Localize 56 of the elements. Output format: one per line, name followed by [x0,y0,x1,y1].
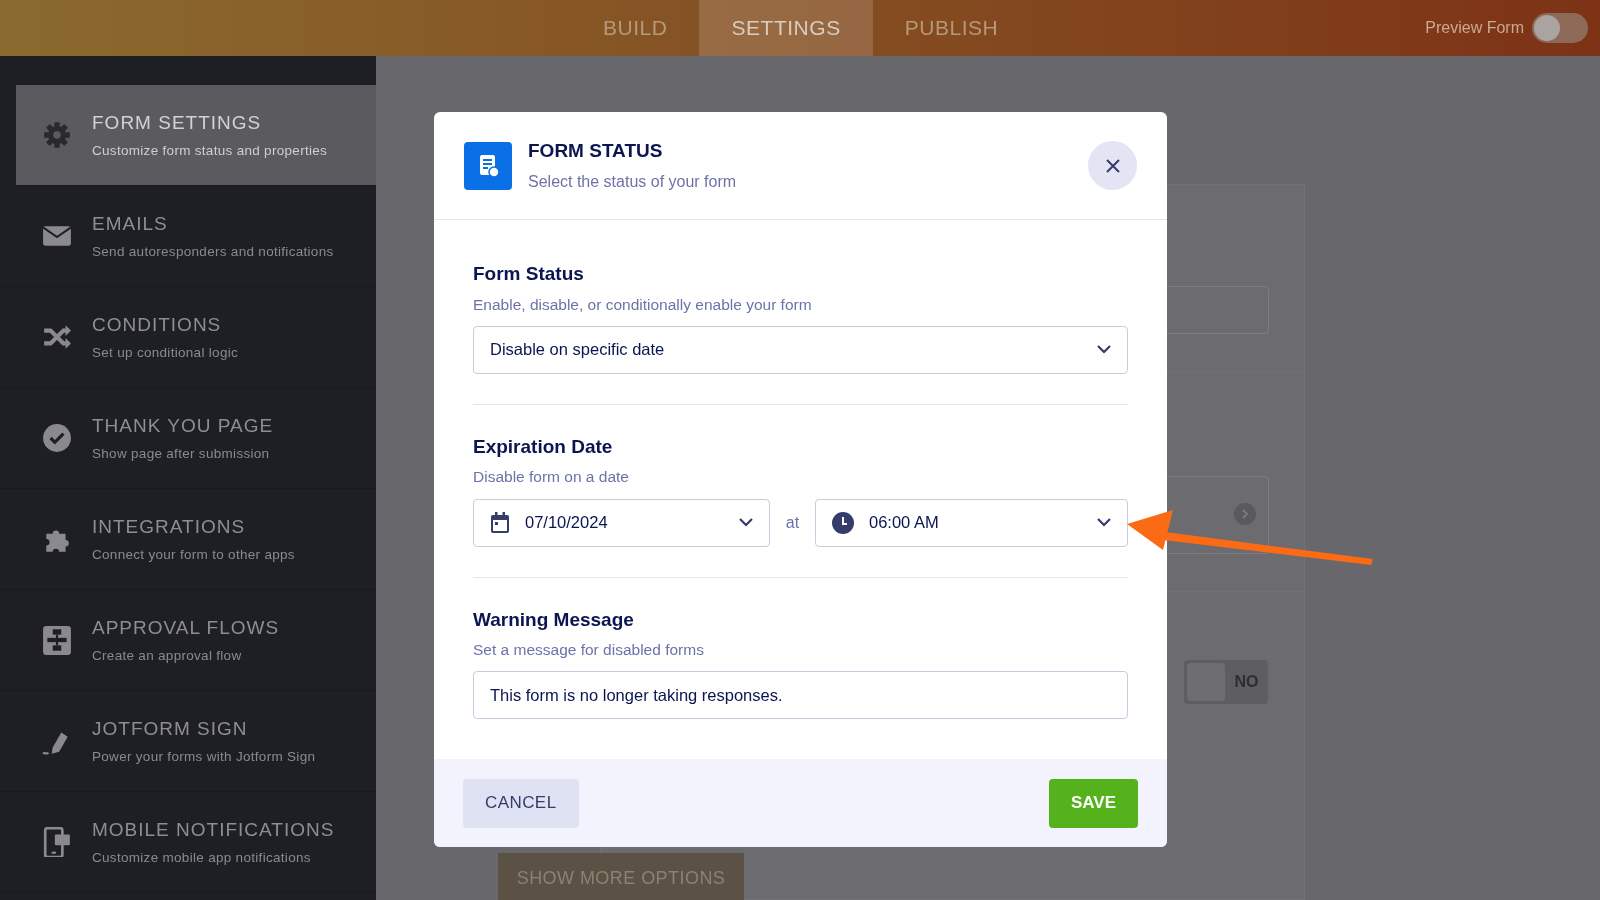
chevron-icon [1234,503,1256,525]
section-title: Warning Message [473,607,635,632]
clock-icon [832,511,854,534]
dropdown[interactable]: Disable on specific date [473,325,1128,374]
form-icon [464,141,512,190]
save-button[interactable]: SAVE [1048,778,1138,828]
sidebar-item[interactable]: INTEGRATIONS Connect your form to other apps [0,489,376,590]
sidebar-item-subtitle: Show page after submission [92,444,271,463]
gear-icon [42,120,72,150]
section-description: Enable, disable, or conditionally enable your form [473,294,813,315]
nav-tab[interactable]: PUBLISH [872,0,1031,56]
check-circle-icon [42,423,72,453]
sidebar-item[interactable]: EMAILS Send autoresponders and notifications [0,186,376,287]
text-input[interactable]: This form is no longer taking responses. [473,671,1128,720]
sidebar-item[interactable]: MOBILE NOTIFICATIONS Customize mobile app notifications [0,792,376,893]
calendar-icon [490,511,510,534]
chevron-down-icon [1097,518,1111,527]
sidebar-item[interactable]: THANK YOU PAGE Show page after submission [0,388,376,489]
sidebar-item-title: FORM SETTINGS [92,111,263,136]
sidebar-item-title: CONDITIONS [92,313,223,338]
chevron-down-icon [739,518,753,527]
sidebar-item[interactable]: JOTFORM SIGN Power your forms with Jotform Sign [0,691,376,792]
sidebar-item-subtitle: Send autoresponders and notifications [92,242,334,261]
close-button[interactable] [1088,141,1137,190]
sidebar-item-title: APPROVAL FLOWS [92,616,280,641]
sidebar-item-subtitle: Customize form status and properties [92,141,328,160]
sidebar-item-title: INTEGRATIONS [92,515,247,540]
sidebar-item[interactable]: APPROVAL FLOWS Create an approval flow [0,590,376,691]
sidebar-item-subtitle: Power your forms with Jotform Sign [92,747,316,766]
sidebar-item-subtitle: Customize mobile app notifications [92,848,312,867]
sidebar-item-title: EMAILS [92,212,169,237]
section-title: Expiration Date [473,434,614,459]
phone-icon [42,827,72,857]
cancel-button[interactable]: CANCEL [463,778,579,828]
nav-tab[interactable]: SETTINGS [699,0,873,56]
chevron-down-icon [1097,345,1111,355]
modal-subtitle: Select the status of your form [528,171,738,192]
preview-form-label: Preview Form [1425,18,1524,38]
sidebar-item-title: JOTFORM SIGN [92,717,249,742]
close-icon [1105,158,1120,173]
sidebar-item-subtitle: Set up conditional logic [92,343,239,362]
sidebar-item-title: THANK YOU PAGE [92,414,274,439]
sidebar-item-title: MOBILE NOTIFICATIONS [92,818,335,843]
section-title: Form Status [473,262,585,286]
section-description: Disable form on a date [473,467,630,488]
at-label: at [784,512,801,533]
modal-title: FORM STATUS [528,139,664,164]
sidebar-item-subtitle: Create an approval flow [92,646,243,665]
section-description: Set a message for disabled forms [473,640,705,660]
time-picker[interactable]: 06:00 AM [815,498,1128,547]
date-picker[interactable]: 07/10/2024 [473,498,770,547]
sidebar-item[interactable]: FORM SETTINGS Customize form status and properties [16,85,376,186]
sidebar-item[interactable]: CONDITIONS Set up conditional logic [0,287,376,388]
toggle-switch[interactable] [1532,13,1588,43]
flowchart-icon [42,625,72,655]
sidebar-item-subtitle: Connect your form to other apps [92,545,295,564]
